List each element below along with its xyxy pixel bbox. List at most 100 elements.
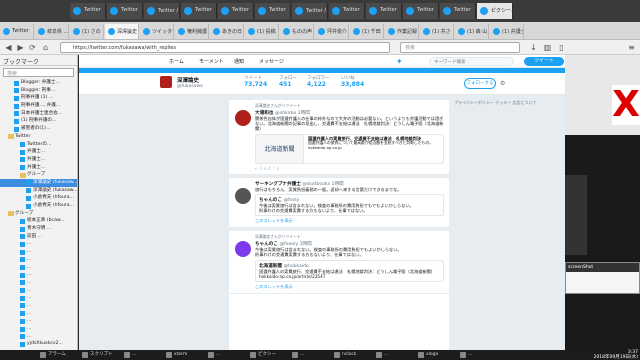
avatar[interactable] (235, 187, 251, 204)
os-tab[interactable]: Twitter / 2 通... (292, 3, 328, 19)
avatar[interactable] (235, 110, 251, 126)
bookmark-item[interactable]: ... (0, 248, 77, 256)
stat-tweets[interactable]: ツイート 73,724 (244, 75, 267, 88)
os-tab[interactable]: Twitter (181, 3, 217, 19)
tweet-actions[interactable]: ↩ 1 ⟲ 4 ♡ 3 (255, 166, 444, 171)
taskbar-item[interactable]: xlogo (418, 351, 458, 359)
stat-following[interactable]: フォロー 451 (279, 75, 297, 88)
os-tab[interactable]: Twitter (403, 3, 439, 19)
bookmark-item[interactable]: 坂本正幸 (bcaw... (0, 217, 77, 225)
taskbar-item[interactable]: アラーム (40, 351, 80, 359)
bookmark-item[interactable]: 弁護士... (0, 148, 77, 156)
link-card[interactable]: 北海道新聞 国選弁護人の実費旅行、交通費不支給は違法 札幌地裁判決 国選弁護人の旅… (255, 133, 444, 164)
taskbar-item[interactable]: ... (292, 351, 332, 359)
bookmark-item[interactable]: 弁護士... (0, 164, 77, 172)
os-tab[interactable]: Twitter (255, 3, 291, 19)
bookmark-item[interactable]: 日本弁護士連合会... (0, 110, 77, 118)
right-column-footer[interactable]: プライバシーポリシー クッキー 広告について (454, 100, 544, 106)
browser-tab[interactable]: 権利擁護 (175, 24, 209, 39)
taskbar-item[interactable]: スクリプト (82, 351, 122, 359)
browser-tab[interactable]: (1) 森 山 (455, 24, 489, 39)
taskbar-item[interactable]: xterm (166, 351, 206, 359)
bookmark-item[interactable]: ... (0, 287, 77, 295)
bookmark-item[interactable]: ... (0, 256, 77, 264)
os-tab[interactable]: ピクシー... (477, 3, 513, 19)
tweet[interactable]: サーキングブナ弁護士 @skatbooks 1時間 旅行はもちろん、実質負担義務… (229, 178, 449, 229)
taskbar-item[interactable]: ... (376, 351, 416, 359)
library-icon[interactable]: ▥ (542, 42, 553, 53)
taskbar-item[interactable]: nclock (334, 351, 374, 359)
taskbar-item[interactable]: ... (460, 351, 500, 359)
bookmark-item[interactable]: ... (0, 264, 77, 272)
browser-tab[interactable]: 深澤論史 (105, 24, 139, 39)
quoted-tweet[interactable]: ちゃんのこ @fooly 今後は実質旅行は含まれない。検査の事務所の費用負担でも… (255, 193, 444, 217)
browser-tab[interactable]: 岐阜県 ... (35, 24, 69, 39)
bookmark-item[interactable]: Blogger: 弁護士... (0, 79, 77, 87)
forward-button-icon[interactable]: ▶ (15, 42, 26, 53)
tweet-button[interactable]: ツイート (524, 57, 564, 66)
avatar[interactable] (235, 241, 251, 258)
bookmark-item[interactable]: ... (0, 333, 77, 341)
nav-notifications[interactable]: 通知 (234, 58, 244, 65)
bookmark-folder[interactable]: Twitter (0, 133, 77, 141)
browser-tab[interactable]: (1) 投稿 (245, 24, 279, 39)
bookmark-item[interactable]: Twitterの... (0, 141, 77, 149)
bookmark-item[interactable]: ... (0, 279, 77, 287)
taskbar-item[interactable]: ... (124, 351, 164, 359)
follow-button[interactable]: フォローする (464, 78, 496, 89)
back-button-icon[interactable]: ◀ (3, 42, 14, 53)
tweet-time[interactable]: 1時間 (332, 182, 344, 187)
bookmark-item[interactable]: 青木守明 ... (0, 225, 77, 233)
bookmark-item[interactable]: 前田 ... (0, 233, 77, 241)
tweet[interactable]: 深澤論史さんがリツイート ちゃんのこ @foooly 1時間 今後は実質旅行は含… (229, 231, 449, 295)
os-tab[interactable]: Twitter (440, 3, 476, 19)
os-tab[interactable]: Twitter (366, 3, 402, 19)
os-tab[interactable]: Twitter (107, 3, 143, 19)
bookmark-item[interactable]: ... (0, 294, 77, 302)
bookmark-item[interactable]: ... (0, 317, 77, 325)
bookmark-item[interactable]: ... (0, 271, 77, 279)
bookmark-folder[interactable]: グループ (0, 210, 77, 218)
bookmark-item[interactable]: (1) 刑事弁護の... (0, 117, 77, 125)
os-tab[interactable]: Twitter / 岐阜 #... (144, 3, 180, 19)
clock[interactable]: 3:37 2018年09月19日(水) (594, 350, 638, 360)
bookmark-item[interactable]: 小倉秀夫 (hfoura... (0, 202, 77, 210)
stat-likes[interactable]: いいね 33,884 (341, 75, 364, 88)
browser-tab[interactable]: ものの声 (280, 24, 314, 39)
download-icon[interactable]: ↓ (528, 42, 539, 53)
bookmark-item[interactable]: 刑事弁護 (1) ... (0, 94, 77, 102)
bookmark-item[interactable]: yjdsXkuokcv2... (0, 340, 77, 348)
stat-followers[interactable]: フォロワー 4,122 (307, 75, 330, 88)
browser-tab[interactable]: (1) 千田 (350, 24, 384, 39)
taskbar-item[interactable]: ... (208, 351, 248, 359)
browser-tab[interactable]: (1) さの (70, 24, 104, 39)
browser-tab[interactable]: ツイッター (140, 24, 174, 39)
bookmark-item[interactable]: ... (0, 240, 77, 248)
home-button-icon[interactable]: ⌂ (40, 42, 51, 53)
nav-home[interactable]: ホーム (169, 58, 184, 65)
bookmark-item[interactable]: 刑事弁護..., 弁護... (0, 102, 77, 110)
bookmark-item[interactable]: 弁護士... (0, 156, 77, 164)
os-tab[interactable]: Twitter (218, 3, 254, 19)
url-bar[interactable]: https://twitter.com/fukasawa/with_replie… (60, 42, 390, 53)
show-thread-link[interactable]: このスレッドを表示 (255, 218, 444, 224)
twitter-search-input[interactable]: キーワード検索 (429, 57, 514, 66)
taskbar-item[interactable]: ピクシー (250, 351, 290, 359)
tweet-author[interactable]: サーキングブナ弁護士 (255, 182, 301, 187)
bookmark-item[interactable]: 被害者の(1)... (0, 125, 77, 133)
tweet[interactable]: 深澤論史さんがリツイート 大場和也 @ohkabo 1時間 関係性自体が国選弁護… (229, 100, 449, 175)
sidebar-search-input[interactable]: 検索 (3, 68, 74, 77)
menu-icon[interactable]: ≡ (626, 42, 637, 53)
os-tab[interactable]: Twitter (329, 3, 365, 19)
screenshot-dialog[interactable]: screenShot (565, 262, 640, 294)
browser-tab[interactable]: 作業記録 (385, 24, 419, 39)
gear-icon[interactable]: ⚙ (500, 80, 505, 87)
browser-tab[interactable]: Twitter (0, 24, 34, 39)
quoted-tweet[interactable]: 北海道新聞 @hokkaido 国選弁護人の実費旅行、交通費不支給は違法 札幌地… (255, 259, 444, 283)
nav-messages[interactable]: メッセージ (259, 58, 284, 65)
browser-tab[interactable]: あきの日 (210, 24, 244, 39)
browser-tab[interactable]: (1) 共さ (420, 24, 454, 39)
avatar[interactable] (159, 75, 173, 89)
os-tab[interactable]: Twitter (70, 3, 106, 19)
reload-button-icon[interactable]: ⟳ (27, 42, 38, 53)
